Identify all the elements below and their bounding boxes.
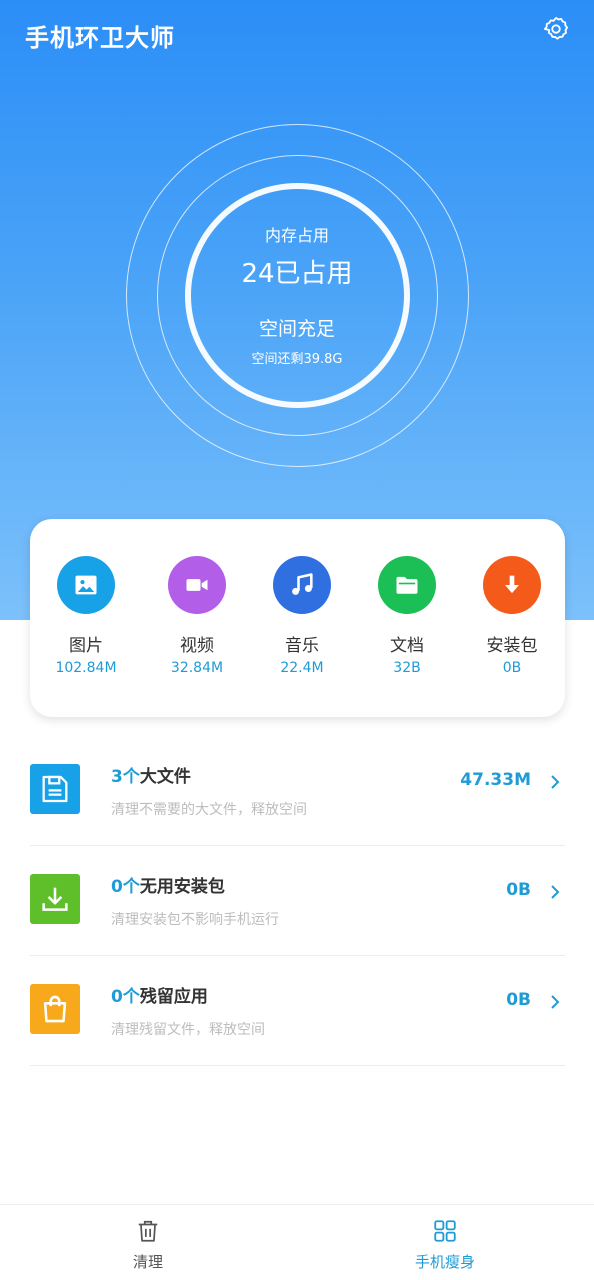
row-title: 3个大文件 [111, 762, 191, 787]
category-documents[interactable]: 文档 32B [357, 519, 457, 717]
row-title-text: 残留应用 [139, 987, 208, 1007]
row-description: 清理不需要的大文件，释放空间 [111, 802, 307, 818]
useless-packages-row[interactable]: 0个无用安装包 清理安装包不影响手机运行 0B [30, 846, 565, 956]
row-title-text: 无用安装包 [139, 877, 225, 897]
category-name: 音乐 [285, 636, 319, 656]
music-note-icon [273, 556, 331, 614]
floppy-disk-icon [30, 764, 80, 814]
tab-clean[interactable]: 清理 [88, 1205, 208, 1280]
app-title: 手机环卫大师 [25, 24, 175, 52]
image-icon [57, 556, 115, 614]
gear-icon [542, 15, 570, 47]
trash-can-icon [138, 1220, 158, 1242]
folder-icon [378, 556, 436, 614]
category-name: 安装包 [486, 636, 538, 656]
shopping-bag-icon [30, 984, 80, 1034]
download-arrow-icon [483, 556, 541, 614]
chevron-right-icon [551, 885, 560, 899]
row-title-text: 大文件 [139, 767, 191, 787]
row-count: 0个 [111, 987, 140, 1007]
memory-value: 24已占用 [241, 259, 353, 289]
row-size: 0B [506, 990, 531, 1010]
row-title: 0个无用安装包 [111, 872, 225, 897]
category-size: 32B [393, 660, 421, 676]
row-size: 0B [506, 880, 531, 900]
category-name: 图片 [69, 636, 103, 656]
category-videos[interactable]: 视频 32.84M [147, 519, 247, 717]
row-count: 0个 [111, 877, 140, 897]
memory-label: 内存占用 [264, 226, 329, 245]
bottom-nav: 清理 手机瘦身 [0, 1204, 594, 1280]
row-size: 47.33M [460, 770, 531, 790]
row-description: 清理残留文件，释放空间 [111, 1022, 265, 1038]
large-files-row[interactable]: 3个大文件 清理不需要的大文件，释放空间 47.33M [30, 736, 565, 846]
space-remaining: 空间还剩39.8G [251, 352, 343, 367]
grid-apps-icon [434, 1220, 456, 1242]
settings-button[interactable] [540, 15, 572, 47]
memory-gauge-ring [185, 183, 410, 408]
row-count: 3个 [111, 767, 140, 787]
category-size: 22.4M [280, 660, 324, 676]
tab-label: 清理 [132, 1253, 163, 1271]
space-status: 空间充足 [258, 318, 335, 340]
category-size: 102.84M [55, 660, 117, 676]
residual-apps-row[interactable]: 0个残留应用 清理残留文件，释放空间 0B [30, 956, 565, 1066]
tab-label: 手机瘦身 [414, 1253, 475, 1271]
category-card: 图片 102.84M 视频 32.84M 音乐 22.4M 文档 32B 安装包… [30, 519, 565, 717]
category-size: 0B [502, 660, 522, 676]
video-camera-icon [168, 556, 226, 614]
category-name: 视频 [180, 636, 214, 656]
category-images[interactable]: 图片 102.84M [36, 519, 136, 717]
category-size: 32.84M [170, 660, 224, 676]
category-packages[interactable]: 安装包 0B [462, 519, 562, 717]
row-title: 0个残留应用 [111, 982, 208, 1007]
download-tray-icon [30, 874, 80, 924]
chevron-right-icon [551, 775, 560, 789]
category-music[interactable]: 音乐 22.4M [252, 519, 352, 717]
chevron-right-icon [551, 995, 560, 1009]
row-description: 清理安装包不影响手机运行 [111, 912, 279, 928]
tab-phone-slimming[interactable]: 手机瘦身 [385, 1205, 505, 1280]
category-name: 文档 [390, 636, 424, 656]
